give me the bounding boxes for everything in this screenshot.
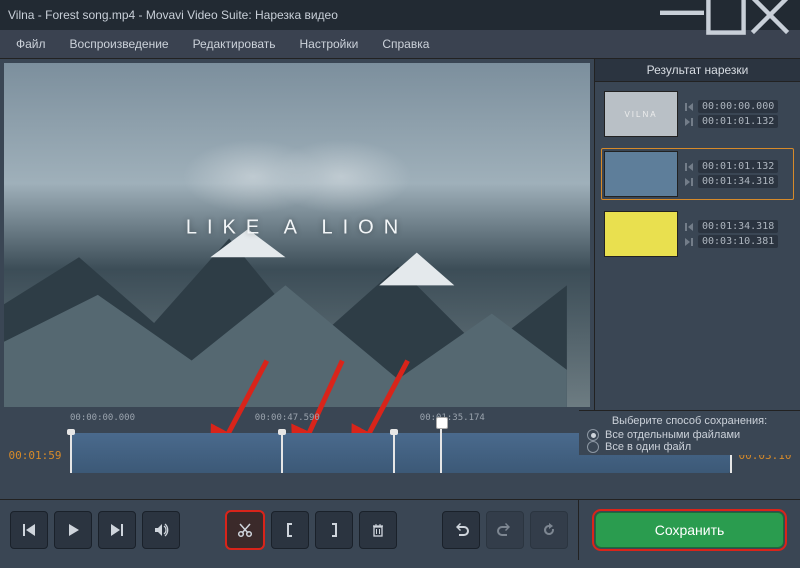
save-panel: Сохранить: [578, 500, 800, 560]
menu-file[interactable]: Файл: [6, 33, 56, 55]
cut-marker-2[interactable]: [393, 433, 395, 473]
clip-end-time: 00:03:10.381: [698, 235, 778, 248]
edit-controls: [190, 500, 432, 560]
refresh-button[interactable]: [530, 511, 568, 549]
radio-dot-icon: [587, 429, 599, 441]
bracket-left-button[interactable]: [271, 511, 309, 549]
window-title: Vilna - Forest song.mp4 - Movavi Video S…: [8, 8, 660, 22]
clip-start-marker[interactable]: [70, 433, 72, 473]
clip-thumbnail: VILNA: [604, 91, 678, 137]
preview-overlay-text: LIKE A LION: [186, 217, 408, 240]
play-button[interactable]: [54, 511, 92, 549]
clip-start-icon: [684, 162, 694, 172]
menu-edit[interactable]: Редактировать: [183, 33, 286, 55]
cut-button[interactable]: [225, 510, 265, 550]
clip-start-icon: [684, 102, 694, 112]
redo-button[interactable]: [486, 511, 524, 549]
clip-start-time: 00:01:34.318: [698, 220, 778, 233]
clips-list: VILNA 00:00:00.000 00:01:01.132 00:01:01…: [595, 82, 800, 411]
delete-button[interactable]: [359, 511, 397, 549]
maximize-button[interactable]: [704, 0, 748, 30]
save-separate-radio[interactable]: Все отдельными файлами: [587, 429, 792, 441]
clip-end-icon: [684, 177, 694, 187]
save-single-radio[interactable]: Все в один файл: [587, 441, 792, 453]
save-options: Выберите способ сохранения: Все отдельны…: [579, 410, 800, 455]
menu-help[interactable]: Справка: [372, 33, 439, 55]
clip-thumbnail: [604, 151, 678, 197]
prev-frame-button[interactable]: [10, 511, 48, 549]
clip-item[interactable]: 00:01:34.318 00:03:10.381: [601, 208, 794, 260]
volume-button[interactable]: [142, 511, 180, 549]
clip-start-icon: [684, 222, 694, 232]
minimize-button[interactable]: [660, 0, 704, 30]
clip-item[interactable]: 00:01:01.132 00:01:34.318: [601, 148, 794, 200]
clip-end-icon: [684, 117, 694, 127]
undo-button[interactable]: [442, 511, 480, 549]
clip-end-time: 00:01:34.318: [698, 175, 778, 188]
clip-end-time: 00:01:01.132: [698, 115, 778, 128]
titlebar: Vilna - Forest song.mp4 - Movavi Video S…: [0, 0, 800, 30]
clip-item[interactable]: VILNA 00:00:00.000 00:01:01.132: [601, 88, 794, 140]
menu-settings[interactable]: Настройки: [289, 33, 368, 55]
clip-start-time: 00:01:01.132: [698, 160, 778, 173]
clip-end-icon: [684, 237, 694, 247]
close-button[interactable]: [748, 0, 792, 30]
playhead-marker[interactable]: [440, 425, 442, 473]
video-preview[interactable]: LIKE A LION: [4, 63, 590, 407]
save-options-label: Выберите способ сохранения:: [587, 415, 792, 427]
results-header: Результат нарезки: [595, 59, 800, 82]
menu-playback[interactable]: Воспроизведение: [60, 33, 179, 55]
preview-area: LIKE A LION: [0, 59, 594, 411]
history-controls: [432, 500, 578, 560]
current-time: 00:01:59: [0, 411, 70, 499]
results-panel: Результат нарезки VILNA 00:00:00.000 00:…: [594, 59, 800, 411]
cut-marker-1[interactable]: [281, 433, 283, 473]
clip-start-time: 00:00:00.000: [698, 100, 778, 113]
next-frame-button[interactable]: [98, 511, 136, 549]
save-button[interactable]: Сохранить: [595, 512, 784, 548]
clip-thumbnail: [604, 211, 678, 257]
playback-controls: [0, 500, 190, 560]
bracket-right-button[interactable]: [315, 511, 353, 549]
radio-dot-icon: [587, 441, 599, 453]
